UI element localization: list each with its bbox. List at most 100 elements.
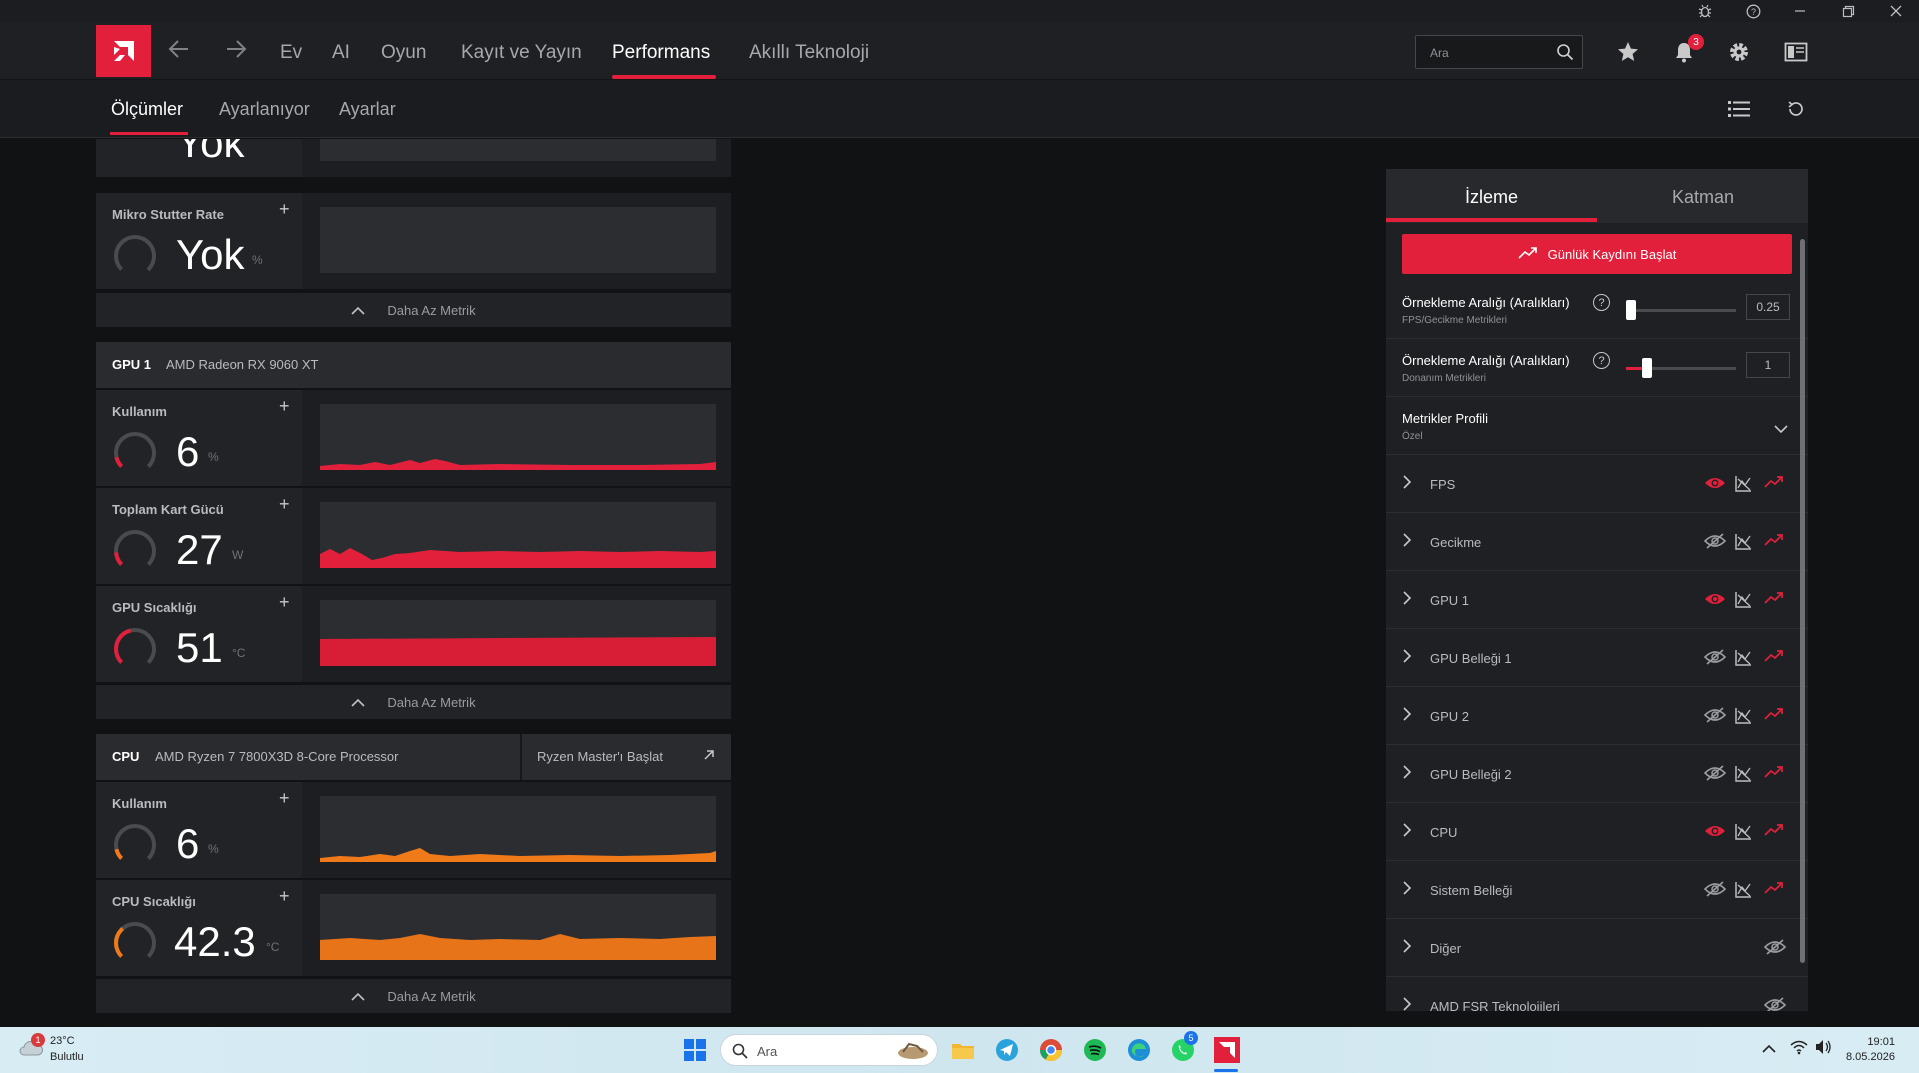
volume-icon[interactable] <box>1814 1039 1832 1060</box>
wifi-icon[interactable] <box>1790 1039 1808 1060</box>
settings-gear-icon[interactable] <box>1725 38 1753 66</box>
sampling-slider-fps[interactable] <box>1626 300 1736 320</box>
sampling-value-input[interactable]: 1 <box>1746 352 1790 378</box>
graph-icon[interactable] <box>1734 823 1756 841</box>
less-metrics-toggle[interactable]: Daha Az Metrik <box>96 293 731 327</box>
metric-group-row[interactable]: Diğer <box>1386 919 1808 977</box>
favorites-star-icon[interactable] <box>1614 38 1642 66</box>
chevron-right-icon[interactable] <box>1402 997 1412 1011</box>
trend-icon[interactable] <box>1764 823 1786 841</box>
back-arrow-icon[interactable] <box>168 38 190 67</box>
graph-icon[interactable] <box>1734 707 1756 725</box>
help-icon[interactable]: ? <box>1593 352 1610 369</box>
eye-hidden-icon[interactable] <box>1703 649 1727 667</box>
edge-icon[interactable] <box>1124 1035 1154 1065</box>
amd-logo-icon[interactable] <box>96 25 151 77</box>
nav-item-ai[interactable]: AI <box>332 42 350 64</box>
minimize-icon[interactable] <box>1780 0 1820 22</box>
external-link-icon[interactable] <box>703 749 715 764</box>
tab-monitoring[interactable]: İzleme <box>1465 187 1518 208</box>
add-metric-plus-icon[interactable]: + <box>279 886 290 907</box>
chevron-right-icon[interactable] <box>1402 823 1412 842</box>
nav-item-record-stream[interactable]: Kayıt ve Yayın <box>461 42 582 64</box>
sidebar-panel-icon[interactable] <box>1782 38 1810 66</box>
eye-visible-icon[interactable] <box>1704 591 1726 609</box>
metric-group-row[interactable]: GPU 2 <box>1386 687 1808 745</box>
chevron-down-icon[interactable] <box>1774 421 1788 439</box>
metric-group-row[interactable]: Sistem Belleği <box>1386 861 1808 919</box>
taskbar-clock[interactable]: 19:01 8.05.2026 <box>1846 1035 1895 1065</box>
search-icon[interactable] <box>1556 43 1574 66</box>
metric-group-row[interactable]: AMD FSR Teknolojileri <box>1386 977 1808 1011</box>
metric-group-row[interactable]: FPS <box>1386 455 1808 513</box>
trend-icon[interactable] <box>1764 533 1786 551</box>
ryzen-master-button[interactable]: Ryzen Master'ı Başlat <box>537 749 663 764</box>
metric-group-row[interactable]: GPU 1 <box>1386 571 1808 629</box>
trend-icon[interactable] <box>1764 881 1786 899</box>
nav-item-smart-technology[interactable]: Akıllı Teknoloji <box>749 42 869 64</box>
start-logging-button[interactable]: Günlük Kaydını Başlat <box>1402 234 1792 274</box>
eye-hidden-icon[interactable] <box>1763 939 1787 957</box>
metric-group-row[interactable]: GPU Belleği 2 <box>1386 745 1808 803</box>
nav-item-gaming[interactable]: Oyun <box>381 42 426 64</box>
help-icon[interactable]: ? <box>1593 294 1610 311</box>
chevron-right-icon[interactable] <box>1402 939 1412 958</box>
chevron-right-icon[interactable] <box>1402 765 1412 784</box>
trend-icon[interactable] <box>1764 707 1786 725</box>
chrome-icon[interactable] <box>1036 1035 1066 1065</box>
chevron-right-icon[interactable] <box>1402 475 1412 494</box>
restore-icon[interactable] <box>1828 0 1868 22</box>
slider-knob[interactable] <box>1642 358 1652 378</box>
chevron-right-icon[interactable] <box>1402 881 1412 900</box>
add-metric-plus-icon[interactable]: + <box>279 494 290 515</box>
file-explorer-icon[interactable] <box>948 1035 978 1065</box>
close-icon[interactable] <box>1876 0 1916 22</box>
forward-arrow-icon[interactable] <box>225 38 247 67</box>
graph-icon[interactable] <box>1734 475 1756 493</box>
amd-software-icon[interactable] <box>1212 1035 1242 1065</box>
trend-icon[interactable] <box>1764 591 1786 609</box>
nav-item-home[interactable]: Ev <box>280 42 302 64</box>
trend-icon[interactable] <box>1764 649 1786 667</box>
reset-icon[interactable] <box>1782 95 1810 123</box>
metrics-profile-dropdown[interactable]: Metrikler Profili Özel <box>1386 397 1808 455</box>
sampling-slider-hardware[interactable] <box>1626 358 1736 378</box>
tab-overlay[interactable]: Katman <box>1672 187 1734 208</box>
windows-start-icon[interactable] <box>680 1035 710 1065</box>
trend-icon[interactable] <box>1764 765 1786 783</box>
spotify-icon[interactable] <box>1080 1035 1110 1065</box>
less-metrics-toggle[interactable]: Daha Az Metrik <box>96 685 731 719</box>
search-box[interactable]: Ara <box>1415 35 1583 69</box>
tab-tuning[interactable]: Ayarlanıyor <box>219 99 310 120</box>
eye-hidden-icon[interactable] <box>1703 881 1727 899</box>
graph-icon[interactable] <box>1734 591 1756 609</box>
metric-group-row[interactable]: GPU Belleği 1 <box>1386 629 1808 687</box>
graph-icon[interactable] <box>1734 533 1756 551</box>
search-input[interactable]: Ara <box>1430 46 1449 60</box>
chevron-right-icon[interactable] <box>1402 591 1412 610</box>
chevron-right-icon[interactable] <box>1402 649 1412 668</box>
chevron-up-icon[interactable] <box>1762 1041 1776 1059</box>
add-metric-plus-icon[interactable]: + <box>279 592 290 613</box>
graph-icon[interactable] <box>1734 881 1756 899</box>
metric-group-row[interactable]: CPU <box>1386 803 1808 861</box>
nav-item-performance[interactable]: Performans <box>612 42 710 64</box>
add-metric-plus-icon[interactable]: + <box>279 396 290 417</box>
less-metrics-toggle[interactable]: Daha Az Metrik <box>96 979 731 1013</box>
eye-hidden-icon[interactable] <box>1703 765 1727 783</box>
tab-settings[interactable]: Ayarlar <box>339 99 396 120</box>
eye-hidden-icon[interactable] <box>1703 707 1727 725</box>
chevron-right-icon[interactable] <box>1402 707 1412 726</box>
trend-icon[interactable] <box>1764 475 1786 493</box>
add-metric-plus-icon[interactable]: + <box>279 199 290 220</box>
slider-knob[interactable] <box>1626 300 1636 320</box>
tab-metrics[interactable]: Ölçümler <box>111 99 183 120</box>
graph-icon[interactable] <box>1734 649 1756 667</box>
eye-visible-icon[interactable] <box>1704 823 1726 841</box>
help-icon[interactable]: ? <box>1733 0 1773 22</box>
sampling-value-input[interactable]: 0.25 <box>1746 294 1790 320</box>
telegram-icon[interactable] <box>992 1035 1022 1065</box>
taskbar-search-input[interactable]: Ara <box>757 1044 777 1059</box>
chevron-right-icon[interactable] <box>1402 533 1412 552</box>
eye-hidden-icon[interactable] <box>1703 533 1727 551</box>
